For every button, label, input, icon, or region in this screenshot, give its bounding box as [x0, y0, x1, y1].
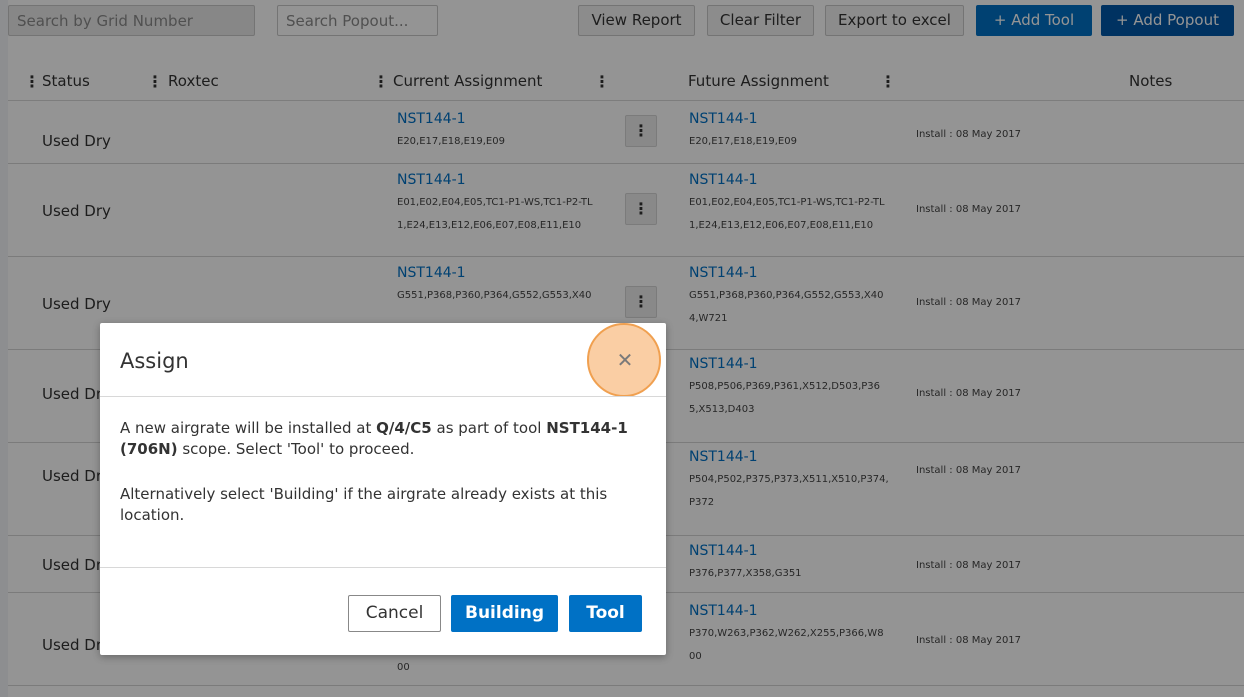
location-code: Q/4/C5	[376, 419, 432, 437]
assign-dialog: Assign ✕ A new airgrate will be installe…	[100, 323, 666, 655]
tool-button[interactable]: Tool	[569, 595, 642, 632]
dialog-message-alt: Alternatively select 'Building' if the a…	[120, 485, 608, 524]
building-button[interactable]: Building	[451, 595, 558, 632]
cancel-button[interactable]: Cancel	[348, 595, 441, 632]
close-icon[interactable]: ✕	[614, 349, 636, 371]
message-text: scope. Select 'Tool' to proceed.	[177, 440, 415, 458]
dialog-message: A new airgrate will be installed at Q/4/…	[120, 418, 650, 460]
message-text: A new airgrate will be installed at	[120, 419, 377, 437]
dialog-title: Assign	[120, 349, 189, 373]
header-divider	[100, 396, 666, 397]
footer-divider	[100, 567, 666, 568]
message-text: as part of tool	[431, 419, 547, 437]
